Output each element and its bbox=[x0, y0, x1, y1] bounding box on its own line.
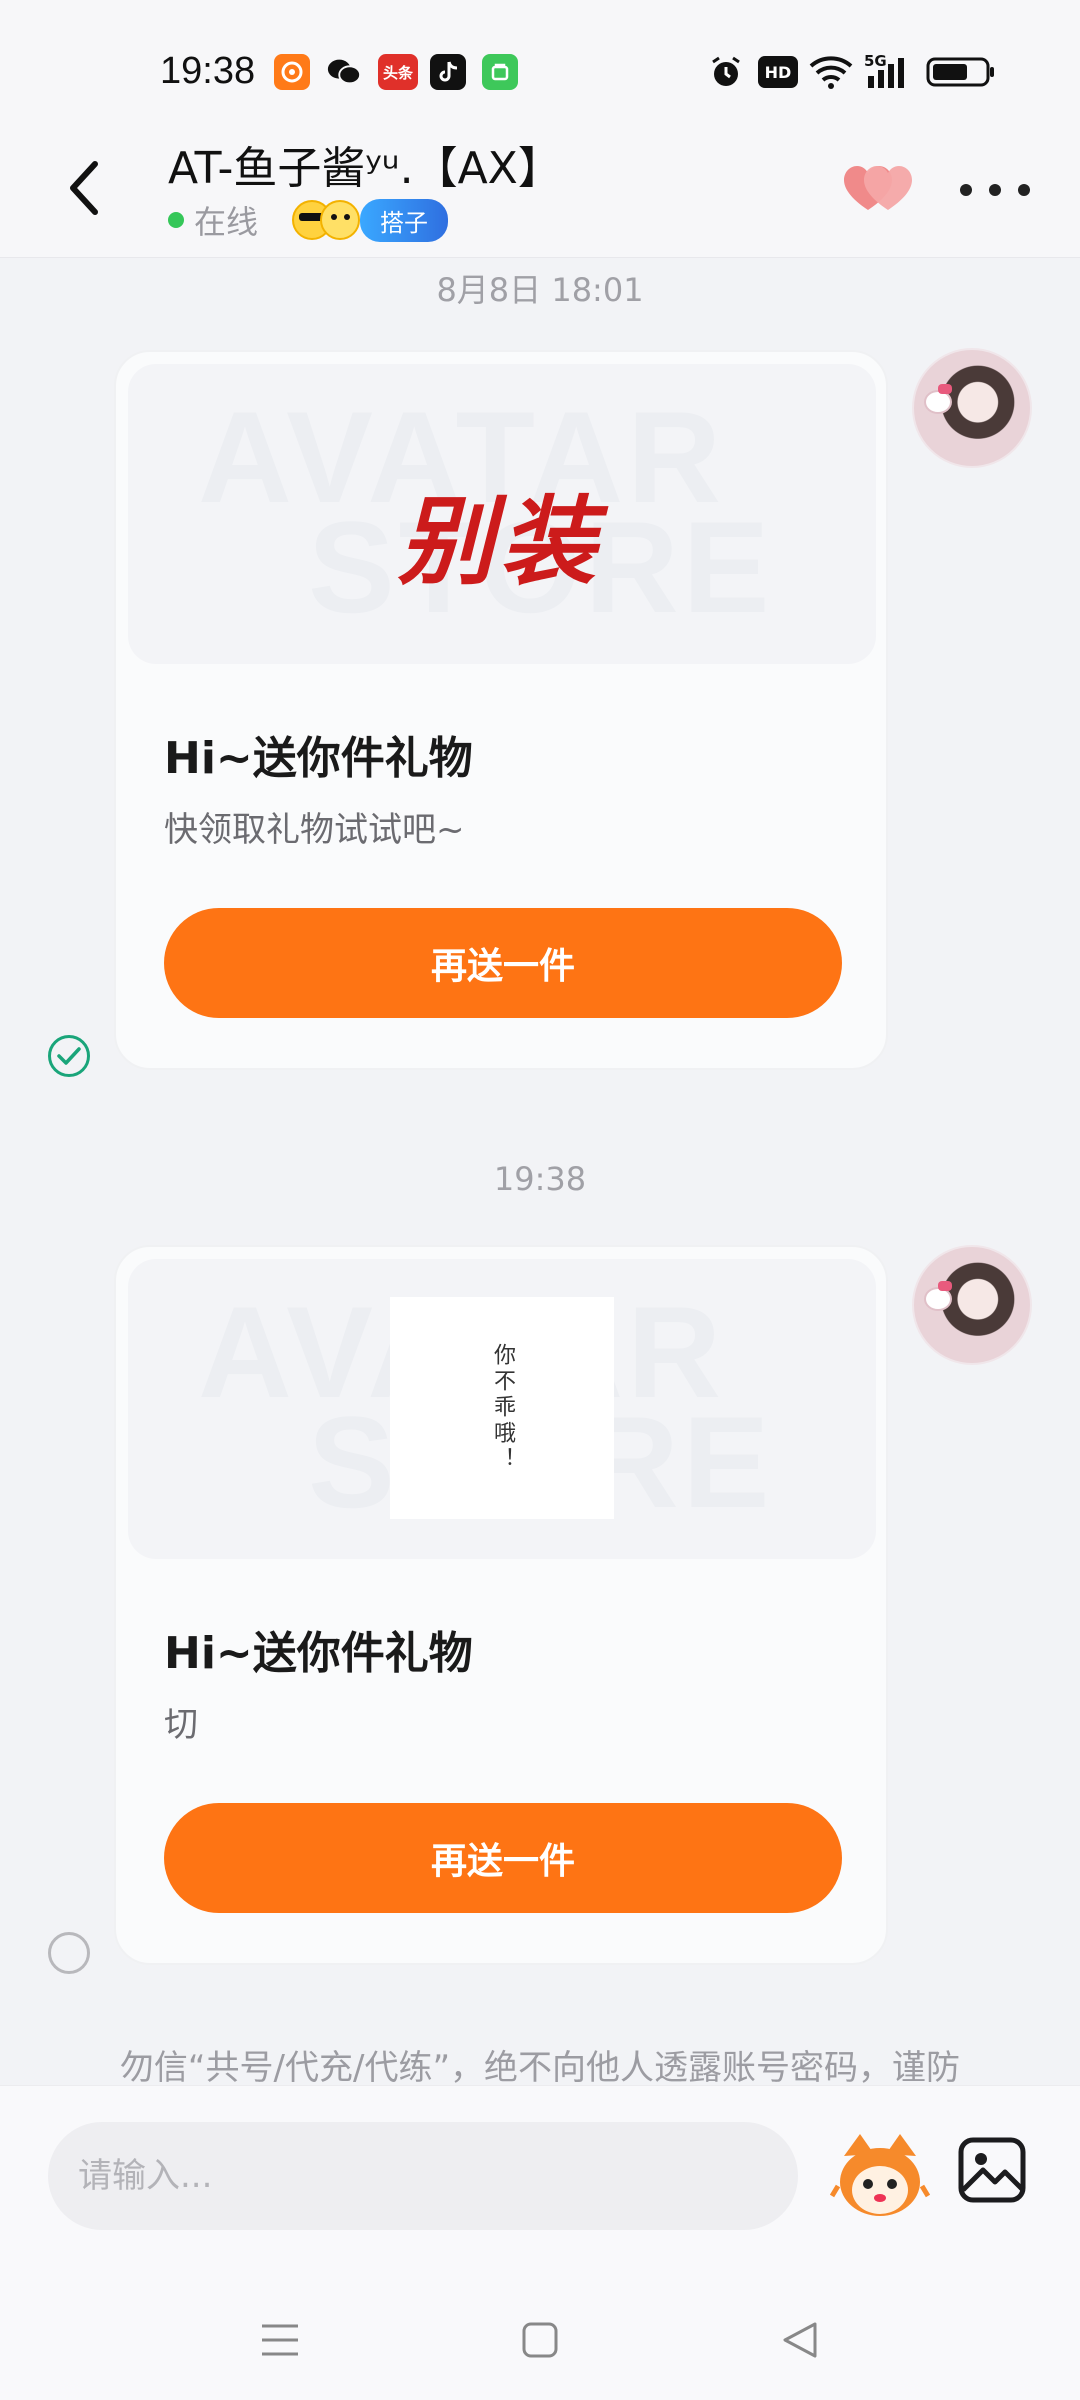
gift-image[interactable]: AVATAR STORE 你不乖哦！ bbox=[128, 1259, 876, 1559]
send-another-button[interactable]: 再送一件 bbox=[164, 1803, 842, 1913]
avatar-decoration bbox=[938, 384, 952, 394]
back-arrow-icon bbox=[70, 161, 98, 215]
toutiao-icon: 头条 bbox=[378, 54, 418, 90]
wifi-icon bbox=[808, 54, 854, 90]
back-button[interactable] bbox=[55, 158, 115, 218]
app-orange-icon bbox=[274, 54, 310, 90]
mascot-icon bbox=[829, 2134, 931, 2216]
system-navigation-bar bbox=[0, 2280, 1080, 2400]
toutiao-label: 头条 bbox=[382, 63, 413, 82]
avatar-decoration bbox=[938, 1281, 952, 1291]
hd-icon: HD bbox=[758, 56, 798, 88]
gift-paper: 你不乖哦！ bbox=[390, 1297, 614, 1519]
message-timestamp: 19:38 bbox=[493, 1160, 587, 1198]
message-timestamp: 8月8日 18:01 bbox=[436, 271, 644, 309]
menu-icon bbox=[262, 2324, 298, 2356]
gift-card-description: 切 bbox=[164, 1705, 198, 1745]
nav-menu-button[interactable] bbox=[250, 2310, 310, 2370]
back-triangle-icon bbox=[783, 2322, 817, 2358]
image-icon bbox=[958, 2137, 1026, 2203]
contact-name[interactable]: AT-鱼子酱ʸᵘ.【AX】 bbox=[168, 132, 562, 196]
hd-label: HD bbox=[764, 62, 792, 82]
nav-home-button[interactable] bbox=[510, 2310, 570, 2370]
user-avatar[interactable] bbox=[912, 348, 1032, 468]
gift-image-text: 别装 bbox=[398, 485, 602, 598]
gift-image[interactable]: AVATAR STORE 别装 bbox=[128, 364, 876, 664]
user-avatar[interactable] bbox=[912, 1245, 1032, 1365]
5g-signal-icon: 5G bbox=[864, 52, 912, 90]
gift-card-description: 快领取礼物试试吧~ bbox=[164, 810, 465, 850]
online-status: 在线 bbox=[194, 203, 259, 241]
alarm-icon bbox=[706, 54, 746, 90]
gift-card-title: Hi~送你件礼物 bbox=[164, 1628, 473, 1679]
sticker-mascot-button[interactable] bbox=[829, 2126, 931, 2226]
more-dot-icon bbox=[989, 184, 1001, 196]
intimacy-button[interactable] bbox=[840, 160, 920, 220]
smile-emoji-icon bbox=[320, 200, 361, 240]
battery-icon bbox=[926, 54, 996, 90]
gift-card-title: Hi~送你件礼物 bbox=[164, 733, 473, 784]
wechat-icon bbox=[326, 54, 362, 90]
network-label: 5G bbox=[864, 52, 887, 70]
partner-tag[interactable]: 搭子 bbox=[360, 198, 449, 242]
hearts-icon bbox=[844, 166, 912, 210]
app-green-icon bbox=[482, 54, 518, 90]
gift-image-text: 你不乖哦！ bbox=[490, 1343, 515, 1473]
message-input[interactable] bbox=[48, 2122, 798, 2230]
tiktok-icon bbox=[430, 54, 466, 90]
more-dot-icon bbox=[1018, 184, 1030, 196]
more-dot-icon bbox=[960, 184, 972, 196]
delivered-check-icon bbox=[48, 1035, 90, 1077]
more-options-button[interactable] bbox=[960, 170, 1030, 210]
status-bar: 19:38 头条 HD 5G bbox=[0, 0, 1080, 110]
status-time: 19:38 bbox=[160, 50, 256, 92]
gift-message-card[interactable]: AVATAR STORE 你不乖哦！ Hi~送你件礼物 切 再送一件 bbox=[114, 1245, 888, 1965]
online-dot-icon bbox=[168, 212, 184, 228]
chat-header: AT-鱼子酱ʸᵘ.【AX】 在线 搭子 bbox=[0, 110, 1080, 258]
safety-notice: 勿信“共号/代充/代练”，绝不向他人透露账号密码，谨防 bbox=[119, 2048, 961, 2088]
gift-message-card[interactable]: AVATAR STORE 别装 Hi~送你件礼物 快领取礼物试试吧~ 再送一件 bbox=[114, 350, 888, 1070]
send-another-button[interactable]: 再送一件 bbox=[164, 908, 842, 1018]
home-square-icon bbox=[522, 2322, 558, 2358]
image-picker-button[interactable] bbox=[955, 2132, 1031, 2208]
contact-status-row: 在线 搭子 bbox=[168, 198, 449, 242]
pending-status-icon bbox=[48, 1932, 90, 1974]
nav-back-button[interactable] bbox=[770, 2310, 830, 2370]
